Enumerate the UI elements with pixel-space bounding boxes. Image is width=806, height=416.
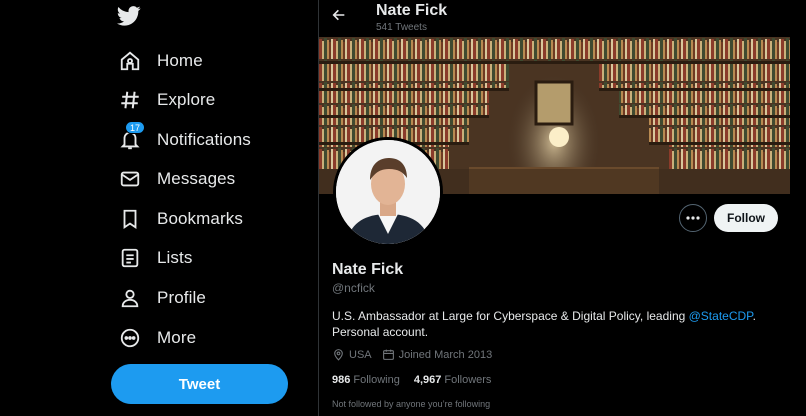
nav-label-messages: Messages bbox=[157, 169, 236, 188]
profile-handle: @ncfick bbox=[332, 281, 375, 295]
nav-item-profile[interactable]: Profile bbox=[118, 280, 206, 316]
left-nav: Home Explore 17 Notifications Messages B… bbox=[0, 0, 318, 416]
envelope-icon bbox=[118, 167, 142, 191]
nav-label-profile: Profile bbox=[157, 288, 206, 307]
location-item: USA bbox=[332, 348, 372, 361]
bio-text-end: . bbox=[752, 309, 756, 323]
not-followed-note: Not followed by anyone you’re following bbox=[332, 399, 491, 409]
ellipsis-icon bbox=[686, 216, 700, 220]
twitter-logo-icon[interactable] bbox=[116, 5, 145, 29]
list-icon bbox=[118, 246, 142, 270]
nav-item-lists[interactable]: Lists bbox=[118, 240, 192, 276]
home-icon bbox=[118, 49, 142, 73]
nav-item-explore[interactable]: Explore bbox=[118, 82, 215, 118]
followers-link[interactable]: 4,967 Followers bbox=[414, 374, 492, 386]
back-arrow-icon[interactable] bbox=[331, 7, 349, 25]
nav-label-bookmarks: Bookmarks bbox=[157, 209, 243, 228]
joined-item: Joined March 2013 bbox=[382, 348, 493, 361]
profile-column: Nate Fick 541 Tweets Follow Nate Fick @n… bbox=[318, 0, 806, 416]
follow-button[interactable]: Follow bbox=[714, 204, 778, 232]
nav-item-notifications[interactable]: 17 Notifications bbox=[118, 121, 251, 158]
following-link[interactable]: 986 Following bbox=[332, 374, 400, 386]
tweet-button[interactable]: Tweet bbox=[111, 364, 288, 404]
notification-count-badge: 17 bbox=[125, 121, 146, 134]
nav-item-home[interactable]: Home bbox=[118, 43, 203, 79]
hashtag-icon bbox=[118, 88, 142, 112]
profile-meta: USA Joined March 2013 bbox=[332, 348, 502, 361]
profile-header-bar: Nate Fick 541 Tweets bbox=[319, 0, 806, 37]
nav-label-lists: Lists bbox=[157, 248, 193, 267]
nav-label-more: More bbox=[157, 328, 197, 347]
location-pin-icon bbox=[334, 349, 343, 361]
nav-item-bookmarks[interactable]: Bookmarks bbox=[118, 201, 243, 237]
nav-item-more[interactable]: More bbox=[118, 320, 196, 356]
bookmark-icon bbox=[118, 207, 142, 231]
header-tweet-count: 541 Tweets bbox=[376, 22, 427, 33]
header-profile-name: Nate Fick bbox=[376, 2, 448, 19]
nav-item-messages[interactable]: Messages bbox=[118, 161, 235, 197]
followers-label: Followers bbox=[444, 374, 492, 386]
scrollbar[interactable] bbox=[790, 37, 806, 416]
following-label: Following bbox=[353, 374, 400, 386]
follow-stats: 986 Following 4,967 Followers bbox=[332, 374, 505, 386]
nav-label-notifications: Notifications bbox=[157, 130, 251, 149]
bio-mention-link[interactable]: @StateCDP bbox=[689, 309, 753, 323]
profile-name: Nate Fick bbox=[332, 261, 404, 278]
profile-avatar[interactable] bbox=[333, 137, 443, 247]
bio-text: U.S. Ambassador at Large for Cyberspace … bbox=[332, 309, 689, 323]
location-text: USA bbox=[349, 348, 372, 361]
nav-label-explore: Explore bbox=[157, 90, 216, 109]
joined-text: Joined March 2013 bbox=[398, 348, 493, 361]
calendar-icon bbox=[382, 349, 394, 360]
profile-bio: U.S. Ambassador at Large for Cyberspace … bbox=[332, 308, 772, 340]
more-circle-icon bbox=[118, 326, 142, 350]
bio-line-2: Personal account. bbox=[332, 325, 429, 339]
followers-count: 4,967 bbox=[413, 374, 442, 386]
bell-icon: 17 bbox=[118, 121, 146, 152]
more-options-button[interactable] bbox=[679, 204, 707, 232]
following-count: 986 bbox=[332, 374, 351, 386]
person-icon bbox=[118, 286, 142, 310]
nav-label-home: Home bbox=[157, 51, 203, 70]
